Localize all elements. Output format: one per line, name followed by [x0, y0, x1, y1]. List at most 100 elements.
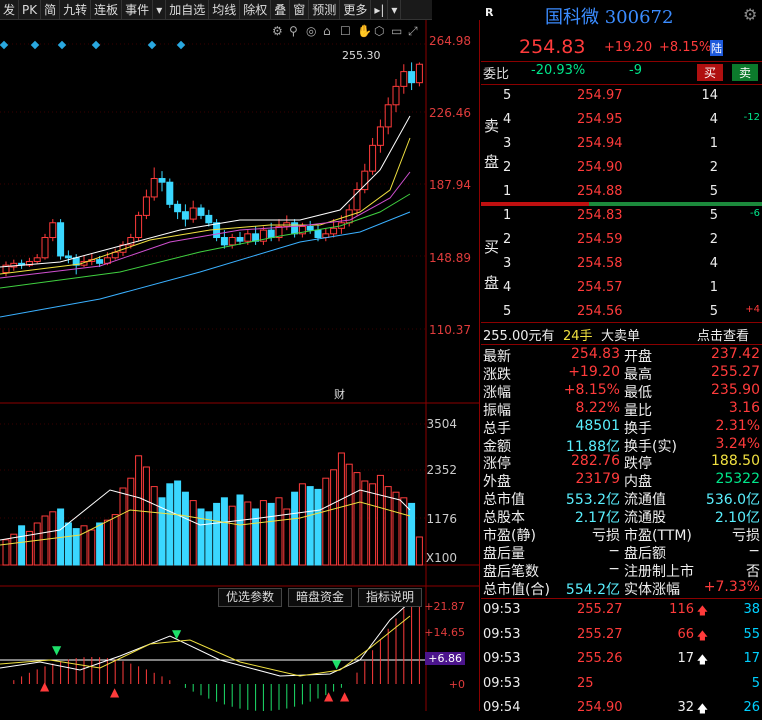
big-order-link[interactable]: 点击查看: [697, 325, 749, 344]
stat-value: 3.16: [728, 399, 760, 416]
tick-price: 255.27: [577, 626, 623, 642]
indicator-buttons: 优选参数 暗盘资金 指标说明: [218, 588, 423, 607]
tick-price: 255.26: [577, 651, 623, 666]
stat-row: 总市值 553.2亿 流通值 536.0亿: [481, 489, 762, 508]
toolbar-item[interactable]: 简: [41, 0, 61, 20]
sell-level-row[interactable]: 3 254.94 1: [481, 136, 762, 156]
level-price: 254.94: [577, 136, 623, 151]
price-tick: 264.98: [429, 34, 471, 48]
price-change: +19.20: [604, 40, 653, 55]
stat-row: 盘后量 − 盘后额 −: [481, 542, 762, 562]
stat-value: +19.20: [568, 363, 620, 380]
stock-name: 国科微: [545, 7, 599, 28]
level-num: 2: [503, 160, 512, 175]
toolbar-item[interactable]: 均线: [209, 0, 241, 20]
toolbar-item[interactable]: 加自选: [166, 0, 210, 20]
tick-time: 09:54: [483, 700, 521, 715]
buy-level-row[interactable]: 4 254.57 1: [481, 280, 762, 300]
kline-chart[interactable]: ⚙ ⚲ ◎ ⌂ ☐ ✋ ⬡ ▭ ⤢ ▼ ▼ ▼ ▲ ▲ ▲ ▲: [0, 20, 480, 711]
level-price: 254.59: [577, 232, 623, 247]
stat-value: +8.15%: [563, 381, 620, 398]
tick-direction-icon: 🡅: [696, 604, 708, 617]
toolbar-item[interactable]: 事件: [122, 0, 154, 20]
toolbar-item[interactable]: 九转: [60, 0, 92, 20]
toolbar-item[interactable]: 连板: [91, 0, 123, 20]
level-num: 5: [503, 88, 512, 103]
svg-text:▲: ▲: [340, 689, 350, 703]
dark-pool-button[interactable]: 暗盘资金: [288, 588, 353, 607]
svg-text:▭: ▭: [391, 24, 402, 38]
event-marker[interactable]: 财: [334, 386, 345, 402]
stat-value: −: [748, 542, 760, 559]
level-num: 1: [503, 208, 512, 223]
price-tick: 148.89: [429, 251, 471, 265]
tick-time: 09:53: [483, 626, 521, 642]
big-order-price: 255.00元有: [483, 329, 555, 344]
tick-row[interactable]: 09:53 255.27 116 🡅 38: [481, 602, 762, 622]
sell-level-row[interactable]: 2 254.90 2: [481, 160, 762, 180]
tick-row[interactable]: 09:53 255.27 66 🡅 55: [481, 627, 762, 647]
buy-level-row[interactable]: 1 254.83 5 -6: [481, 208, 762, 228]
stat-value: 3.24%: [715, 435, 760, 452]
chart-pane[interactable]: ⚙ ⚲ ◎ ⌂ ☐ ✋ ⬡ ▭ ⤢ ▼ ▼ ▼ ▲ ▲ ▲ ▲ 264.98 226.46 187.94 14…: [0, 20, 480, 711]
level-num: 4: [503, 280, 512, 295]
svg-text:⌂: ⌂: [323, 24, 331, 38]
stat-row: 最新 254.83 开盘 237.42: [481, 346, 762, 365]
buy-level-row[interactable]: 5 254.56 5 +4: [481, 304, 762, 324]
tick-count: 17: [743, 651, 760, 666]
buy-button[interactable]: 买: [697, 64, 724, 81]
tick-volume: 17: [677, 651, 694, 666]
level-price: 254.95: [577, 112, 623, 127]
buy-level-row[interactable]: 2 254.59 2: [481, 232, 762, 252]
toolbar-item[interactable]: 除权: [240, 0, 272, 20]
tick-volume: 32: [677, 700, 694, 715]
toolbar-item[interactable]: 窗: [290, 0, 310, 20]
tick-count: 26: [743, 700, 760, 715]
volume-unit: X100: [425, 551, 457, 565]
quote-panel: R 国科微 300672 ⚙ 254.83 +19.20 +8.15% 陆 委比…: [481, 0, 762, 715]
volume-tick: 2352: [426, 463, 457, 477]
tick-row[interactable]: 09:54 254.90 32 🡅 26: [481, 700, 762, 720]
optimize-params-button[interactable]: 优选参数: [218, 588, 283, 607]
stat-value: −: [608, 542, 620, 559]
level-volume: 14: [701, 88, 718, 103]
toolbar-item[interactable]: 预测: [309, 0, 341, 20]
stat-label: 实体涨幅: [624, 581, 680, 598]
toolbar-item[interactable]: 叠: [271, 0, 291, 20]
tick-row[interactable]: 09:53 255.26 17 🡅 17: [481, 651, 762, 671]
buy-level-row[interactable]: 3 254.58 4: [481, 256, 762, 276]
stat-label: 总市值(合): [483, 581, 550, 598]
tick-volume: 66: [677, 626, 694, 642]
toolbar-item[interactable]: 发: [0, 0, 20, 20]
level-num: 3: [503, 256, 512, 271]
sell-level-row[interactable]: 4 254.95 4 -12: [481, 112, 762, 132]
toolbar-item[interactable]: ▾: [388, 0, 402, 20]
toolbar-item[interactable]: 更多: [340, 0, 372, 20]
svg-text:▼: ▼: [52, 643, 62, 657]
stat-value: 188.50: [711, 453, 760, 470]
macd-tick: +0: [448, 678, 465, 691]
indicator-help-button[interactable]: 指标说明: [358, 588, 423, 607]
level-num: 4: [503, 112, 512, 127]
sell-level-row[interactable]: 1 254.88 5: [481, 184, 762, 204]
stat-value: 235.90: [711, 381, 760, 398]
tick-row[interactable]: 09:53 25 5: [481, 676, 762, 696]
sell-level-row[interactable]: 5 254.97 14: [481, 88, 762, 108]
svg-text:▲: ▲: [324, 689, 334, 703]
tick-price: 254.90: [577, 700, 623, 715]
price-tick: 110.37: [429, 323, 471, 337]
toolbar-item[interactable]: ▾: [153, 0, 167, 20]
weibi-label: 委比: [483, 67, 510, 82]
level-volume: 4: [709, 112, 718, 127]
svg-text:⤢: ⤢: [407, 24, 418, 38]
tick-direction-icon: 🡅: [696, 702, 708, 715]
toolbar-item[interactable]: PK: [19, 0, 42, 20]
level-volume: 1: [709, 136, 718, 151]
sell-button[interactable]: 卖: [732, 64, 759, 81]
volume-tick: 1176: [426, 512, 457, 526]
stat-value: 254.83: [571, 346, 620, 362]
toolbar-item[interactable]: ▸|: [371, 0, 389, 20]
settings-gear-icon[interactable]: ⚙: [743, 5, 757, 24]
level-volume: 5: [709, 184, 718, 199]
level-num: 1: [503, 184, 512, 199]
